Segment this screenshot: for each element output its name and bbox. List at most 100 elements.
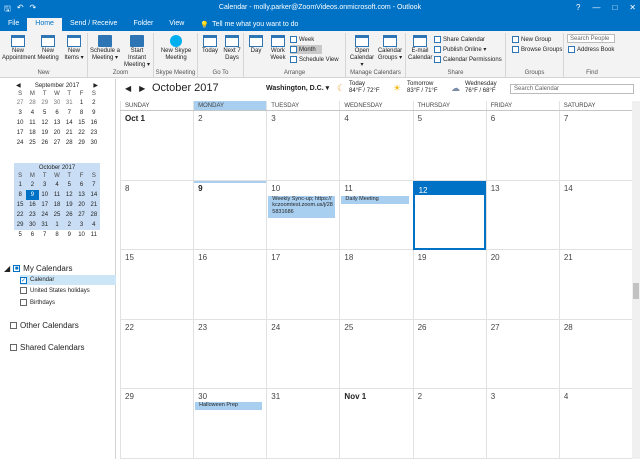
weather-wednesday[interactable]: Wednesday 76°F / 68°F (465, 81, 497, 95)
day-cell[interactable]: 20 (485, 250, 559, 320)
us-holidays-checkbox[interactable] (20, 287, 27, 294)
day-cell[interactable]: 2 (26, 180, 38, 190)
tab-folder[interactable]: Folder (125, 18, 161, 31)
day-cell[interactable]: 30 (51, 98, 63, 108)
calendar-event[interactable]: Weekly Sync-up; https://kczoomtest.zoom.… (268, 195, 336, 218)
day-cell[interactable]: 23 (88, 128, 100, 138)
calendar-event[interactable]: Daily Meeting (341, 195, 409, 204)
day-cell[interactable]: 25 (339, 319, 413, 390)
day-cell[interactable]: 1 (14, 180, 26, 190)
day-cell[interactable]: 27 (51, 138, 63, 148)
day-cell[interactable]: 25 (51, 210, 63, 220)
day-cell[interactable]: 30 (88, 138, 100, 148)
day-cell[interactable]: 14 (558, 180, 632, 251)
day-cell[interactable]: 4 (339, 111, 413, 181)
shared-calendars-group[interactable]: Shared Calendars (10, 343, 84, 352)
day-cell[interactable]: Oct 1 (120, 111, 194, 181)
day-cell[interactable]: 22 (14, 210, 26, 220)
day-cell[interactable]: 28 (558, 319, 632, 390)
day-cell[interactable]: 10 (39, 190, 51, 200)
day-cell[interactable]: 2 (88, 98, 100, 108)
location-dropdown[interactable]: Washington, D.C. ▾ (266, 84, 329, 92)
day-cell[interactable]: 23 (26, 210, 38, 220)
day-cell-today[interactable]: 9 (26, 190, 39, 200)
day-cell[interactable]: 4 (88, 220, 100, 230)
day-cell[interactable]: Nov 1 (339, 389, 413, 459)
day-cell[interactable]: 10 (75, 230, 87, 240)
day-cell[interactable]: 24 (266, 319, 340, 390)
day-cell[interactable]: 27 (14, 98, 26, 108)
day-cell[interactable]: 7 (39, 230, 51, 240)
day-cell[interactable]: 2 (63, 220, 75, 230)
weather-tomorrow[interactable]: Tomorrow 83°F / 71°F (407, 81, 437, 95)
day-cell[interactable]: 24 (39, 210, 51, 220)
day-cell[interactable]: 3 (266, 111, 340, 181)
calendar-permissions-button[interactable]: Calendar Permissions (434, 55, 502, 64)
day-cell[interactable]: 18 (51, 200, 63, 210)
my-calendars-group[interactable]: ◢ ■ My Calendars (4, 264, 73, 273)
birthdays-checkbox[interactable] (20, 299, 27, 306)
day-cell[interactable]: 13 (51, 118, 63, 128)
day-cell[interactable]: 15 (75, 118, 87, 128)
day-cell[interactable]: 10 (14, 118, 26, 128)
day-cell[interactable]: 20 (75, 200, 87, 210)
birthdays-folder[interactable]: Birthdays (20, 299, 55, 306)
next-month-button[interactable]: ▶ (139, 84, 145, 93)
day-cell[interactable]: 29 (120, 389, 194, 459)
month-view-button[interactable]: Month (290, 45, 322, 54)
day-cell[interactable]: 19 (412, 250, 486, 320)
day-cell[interactable]: 27 (75, 210, 87, 220)
tab-home[interactable]: Home (27, 18, 62, 31)
tab-file[interactable]: File (0, 18, 27, 31)
help-icon[interactable]: ? (576, 3, 580, 12)
day-cell[interactable]: 15 (120, 250, 194, 320)
day-cell[interactable]: 4 (51, 180, 63, 190)
day-cell[interactable]: 3 (75, 220, 87, 230)
prev-month-button[interactable]: ◀ (125, 84, 131, 93)
day-cell[interactable]: 28 (88, 210, 100, 220)
day-cell[interactable]: 8 (75, 108, 87, 118)
group-checkbox[interactable]: ■ (13, 265, 21, 272)
day-cell[interactable]: 16 (193, 250, 267, 320)
day-cell[interactable]: 8 (14, 190, 26, 200)
day-cell[interactable]: 18 (26, 128, 38, 138)
day-cell[interactable]: 27 (485, 319, 559, 390)
next-7-days-button[interactable]: Next 7 Days (221, 35, 243, 62)
maximize-button[interactable]: □ (612, 3, 617, 12)
shared-calendars-checkbox[interactable] (10, 344, 17, 351)
other-calendars-checkbox[interactable] (10, 322, 17, 329)
search-calendar-input[interactable]: Search Calendar (510, 84, 634, 94)
day-cell[interactable]: 14 (88, 190, 100, 200)
day-cell[interactable]: 3 (14, 108, 26, 118)
day-cell[interactable]: 20 (51, 128, 63, 138)
day-cell[interactable]: 1 (75, 98, 87, 108)
day-cell[interactable]: 11 (339, 180, 413, 251)
day-cell[interactable]: 31 (39, 220, 51, 230)
prev-month-icon[interactable]: ◀ (16, 82, 21, 89)
new-group-button[interactable]: New Group (512, 35, 551, 44)
day-cell[interactable]: 19 (63, 200, 75, 210)
day-cell[interactable]: 11 (88, 230, 100, 240)
new-items-button[interactable]: New Items ▾ (62, 35, 86, 62)
day-cell[interactable]: 7 (558, 111, 632, 181)
day-cell[interactable]: 13 (485, 180, 559, 251)
day-cell[interactable]: 31 (266, 389, 340, 459)
new-meeting-button[interactable]: New Meeting (36, 35, 60, 62)
day-cell[interactable]: 4 (26, 108, 38, 118)
day-cell[interactable]: 7 (88, 180, 100, 190)
publish-online-button[interactable]: Publish Online ▾ (434, 45, 486, 54)
calendar-checkbox[interactable]: ✓ (20, 276, 27, 284)
day-cell[interactable]: 8 (120, 180, 194, 251)
day-cell[interactable]: 26 (63, 210, 75, 220)
new-skype-meeting-button[interactable]: New Skype Meeting (158, 35, 194, 62)
schedule-meeting-button[interactable]: Schedule a Meeting ▾ (89, 35, 121, 62)
open-calendar-button[interactable]: Open Calendar ▾ (348, 35, 376, 69)
day-cell[interactable]: 22 (75, 128, 87, 138)
day-cell[interactable]: 31 (63, 98, 75, 108)
day-cell[interactable]: 21 (558, 250, 632, 320)
day-cell[interactable]: 6 (485, 111, 559, 181)
day-cell[interactable]: 9 (193, 180, 267, 251)
day-cell[interactable]: 16 (88, 118, 100, 128)
day-cell[interactable]: 26 (412, 319, 486, 390)
day-cell[interactable]: 19 (39, 128, 51, 138)
